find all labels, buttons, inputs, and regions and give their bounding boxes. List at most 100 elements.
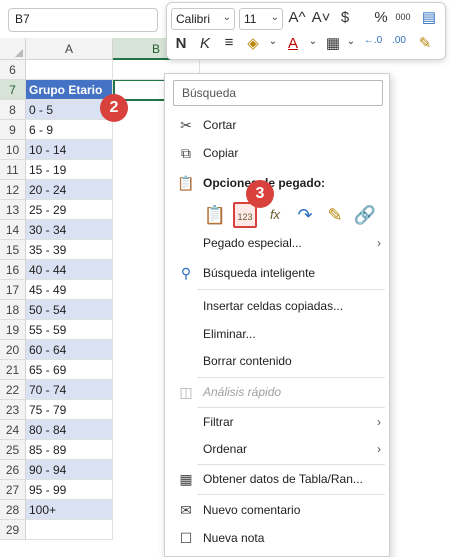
row-header[interactable]: 26 [0,460,26,480]
paste-transpose-icon[interactable]: ↷ [293,202,317,228]
row-header[interactable]: 7 [0,80,26,100]
row-header[interactable]: 9 [0,120,26,140]
paste-options-heading: 📋 Opciones de pegado: [165,170,391,196]
decrease-decimal-icon[interactable]: .00 [389,35,409,46]
paste-link-icon[interactable]: 🔗 [353,202,377,228]
row-header[interactable]: 27 [0,480,26,500]
menu-item-label: Filtrar [203,415,234,429]
row-header[interactable]: 25 [0,440,26,460]
row-header[interactable]: 28 [0,500,26,520]
table-cell[interactable]: 65 - 69 [26,360,113,380]
column-header-a[interactable]: A [26,38,113,60]
table-cell[interactable]: 20 - 24 [26,180,113,200]
increase-font-icon[interactable]: A^ [287,9,307,26]
bold-icon[interactable]: N [171,35,191,52]
font-name-value: Calibri [176,12,211,26]
row-header[interactable]: 17 [0,280,26,300]
menu-item-sort[interactable]: Ordenar › [165,436,391,462]
table-cell[interactable]: 45 - 49 [26,280,113,300]
table-cell[interactable]: 60 - 64 [26,340,113,360]
menu-item-clear[interactable]: Borrar contenido [165,348,391,374]
menu-item-get-data[interactable]: ▦ Obtener datos de Tabla/Ran... [165,466,391,492]
table-cell[interactable]: 25 - 29 [26,200,113,220]
paste-formatting-icon[interactable]: ✎ [323,202,347,228]
comment-icon: ✉ [180,502,192,518]
menu-item-label: Búsqueda inteligente [203,266,316,280]
cell-a7-header[interactable]: Grupo Etario [26,80,113,100]
align-center-icon[interactable]: ≡ [219,34,239,51]
currency-icon[interactable]: $ [335,9,355,26]
table-cell[interactable]: 35 - 39 [26,240,113,260]
table-cell[interactable]: 90 - 94 [26,460,113,480]
table-cell[interactable]: 70 - 74 [26,380,113,400]
increase-decimal-icon[interactable]: ←.0 [363,35,383,46]
percent-icon[interactable]: % [371,9,391,26]
font-size-value: 11 [244,12,257,26]
menu-item-paste-special[interactable]: Pegado especial... › [165,230,391,256]
row-header[interactable]: 6 [0,60,26,80]
fill-color-icon[interactable]: ◈ [243,34,263,52]
font-size-select[interactable]: 11 ⌄ [239,8,283,30]
row-header[interactable]: 22 [0,380,26,400]
row-header[interactable]: 21 [0,360,26,380]
thousands-separator-icon[interactable]: 000 [393,12,413,22]
menu-item-new-comment[interactable]: ✉ Nuevo comentario [165,497,391,523]
chevron-down-icon[interactable]: ⌄ [263,36,283,47]
row-header[interactable]: 15 [0,240,26,260]
name-box[interactable]: B7 [8,8,158,32]
table-cell[interactable]: 80 - 84 [26,420,113,440]
chevron-right-icon: › [377,236,381,250]
row-header[interactable]: 8 [0,100,26,120]
search-input[interactable]: Búsqueda [173,80,383,106]
menu-item-delete[interactable]: Eliminar... [165,321,391,347]
row-header[interactable]: 16 [0,260,26,280]
menu-item-smart-lookup[interactable]: ⚲ Búsqueda inteligente [165,260,391,286]
table-cell[interactable]: 10 - 14 [26,140,113,160]
copy-icon: ⧉ [181,145,191,161]
quick-analysis-icon: ◫ [179,384,193,400]
decrease-font-icon[interactable]: A˅ [311,9,331,26]
table-cell[interactable]: 40 - 44 [26,260,113,280]
wrap-text-icon[interactable]: ▤ [419,8,439,26]
format-painter-icon[interactable]: ✎ [415,34,435,52]
clipboard-icon: 📋 [177,175,195,191]
row-header[interactable]: 18 [0,300,26,320]
row-header[interactable]: 14 [0,220,26,240]
row-header[interactable]: 13 [0,200,26,220]
menu-item-new-note[interactable]: ☐ Nueva nota [165,525,391,551]
row-header[interactable]: 20 [0,340,26,360]
table-cell[interactable]: 85 - 89 [26,440,113,460]
cell-a29[interactable] [26,520,113,540]
row-header[interactable]: 11 [0,160,26,180]
menu-item-cut[interactable]: ✂ Cortar [165,112,391,138]
chevron-right-icon: › [377,415,381,429]
italic-icon[interactable]: K [195,35,215,52]
borders-icon[interactable]: ▦ [323,34,343,52]
select-all-corner[interactable] [0,38,26,60]
table-cell[interactable]: 95 - 99 [26,480,113,500]
mini-toolbar: Calibri ⌄ 11 ⌄ A^ A˅ $ % 000 ▤ N K ≡ ◈ ⌄… [166,2,446,60]
table-cell[interactable]: 55 - 59 [26,320,113,340]
row-header[interactable]: 24 [0,420,26,440]
chevron-down-icon[interactable]: ⌄ [303,36,323,47]
row-header[interactable]: 19 [0,320,26,340]
cell-a6[interactable] [26,60,113,80]
menu-separator [197,464,385,465]
menu-item-filter[interactable]: Filtrar › [165,409,391,435]
table-cell[interactable]: 50 - 54 [26,300,113,320]
menu-item-copy[interactable]: ⧉ Copiar [165,140,391,166]
row-header[interactable]: 23 [0,400,26,420]
menu-item-insert-copied[interactable]: Insertar celdas copiadas... [165,293,391,319]
row-header[interactable]: 12 [0,180,26,200]
font-color-icon[interactable]: A [283,35,303,52]
table-cell[interactable]: 30 - 34 [26,220,113,240]
table-cell[interactable]: 15 - 19 [26,160,113,180]
table-cell[interactable]: 100+ [26,500,113,520]
chevron-down-icon[interactable]: ⌄ [341,36,361,47]
table-cell[interactable]: 6 - 9 [26,120,113,140]
table-cell[interactable]: 75 - 79 [26,400,113,420]
paste-icon[interactable]: 📋 [203,202,227,228]
font-name-select[interactable]: Calibri ⌄ [171,8,235,30]
row-header[interactable]: 29 [0,520,26,540]
row-header[interactable]: 10 [0,140,26,160]
